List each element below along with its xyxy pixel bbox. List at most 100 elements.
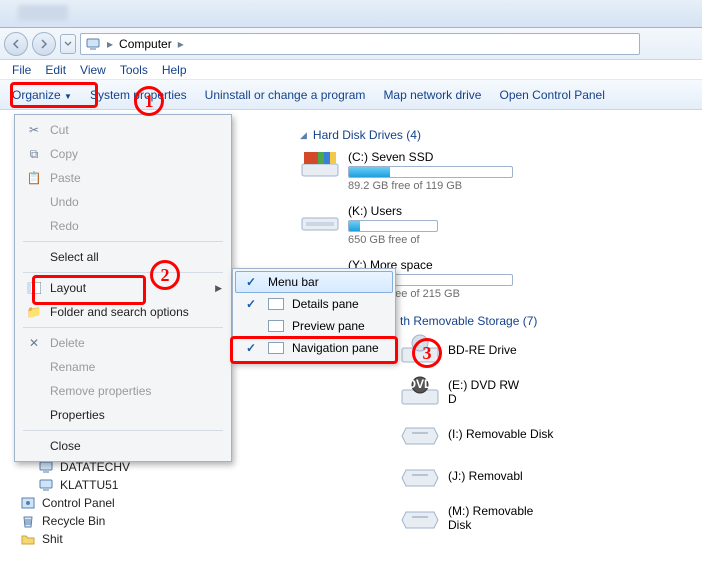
section-title-partial: th Removable Storage (7)	[400, 314, 537, 328]
tree-label: Recycle Bin	[42, 514, 105, 528]
tree-label: Control Panel	[42, 496, 115, 510]
submenu-menu-bar[interactable]: ✓ Menu bar	[235, 271, 393, 293]
submenu-arrow-icon: ▶	[215, 283, 222, 294]
drive-label: (M:) Removable Disk	[448, 504, 560, 532]
menu-separator	[23, 272, 223, 273]
drive-freespace: 650 GB free of	[348, 234, 438, 246]
hdd-icon	[300, 202, 340, 234]
tree-control-panel[interactable]: Control Panel	[20, 494, 190, 512]
section-removable-storage[interactable]: th Removable Storage (7)	[400, 314, 702, 328]
drive-m-removable[interactable]: (M:) Removable Disk	[400, 502, 560, 534]
layout-icon	[26, 280, 42, 296]
titlebar-blur	[18, 5, 68, 21]
tree-folder-shit[interactable]: Shit	[20, 530, 190, 548]
annotation-circle-2: 2	[150, 260, 180, 290]
menu-help[interactable]: Help	[162, 63, 187, 77]
recycle-bin-icon	[20, 513, 36, 529]
computer-icon	[85, 36, 101, 52]
arrow-left-icon	[11, 39, 21, 49]
address-bar[interactable]: ▸ Computer ▸	[80, 33, 640, 55]
drive-label: BD-RE Drive	[448, 343, 517, 357]
submenu-details-pane[interactable]: ✓ Details pane	[235, 293, 393, 315]
removable-disk-icon	[400, 460, 440, 492]
computer-icon	[38, 477, 54, 493]
menu-separator	[23, 430, 223, 431]
back-button[interactable]	[4, 32, 28, 56]
drive-i-removable[interactable]: (I:) Removable Disk	[400, 418, 560, 450]
space-bar	[348, 220, 438, 232]
menu-file[interactable]: File	[12, 63, 31, 77]
menu-cut[interactable]: ✂Cut	[17, 118, 229, 142]
menu-redo[interactable]: Redo	[17, 214, 229, 238]
drive-label: (I:) Removable Disk	[448, 427, 553, 441]
organize-button[interactable]: Organize ▼	[12, 88, 72, 102]
tree-recycle-bin[interactable]: Recycle Bin	[20, 512, 190, 530]
pane-icon	[268, 298, 284, 310]
menu-layout[interactable]: Layout ▶	[17, 276, 229, 300]
menu-separator	[23, 327, 223, 328]
svg-text:DVD: DVD	[407, 377, 433, 391]
menu-paste[interactable]: 📋Paste	[17, 166, 229, 190]
breadcrumb-chevron[interactable]: ▸	[176, 37, 186, 51]
menu-separator	[23, 241, 223, 242]
drive-freespace: 89.2 GB free of 119 GB	[348, 180, 513, 192]
menu-tools[interactable]: Tools	[120, 63, 148, 77]
drive-label: (C:) Seven SSD	[348, 150, 513, 164]
folder-icon: 📁	[26, 304, 42, 320]
history-dropdown[interactable]	[60, 34, 76, 54]
tree-label: DATATECHV	[60, 460, 130, 474]
drive-j-removable[interactable]: (J:) Removabl	[400, 460, 530, 492]
menu-remove-properties[interactable]: Remove properties	[17, 379, 229, 403]
hdd-icon	[300, 148, 340, 180]
submenu-navigation-pane[interactable]: ✓ Navigation pane	[235, 337, 393, 359]
scissors-icon: ✂	[26, 122, 42, 138]
window-titlebar	[0, 0, 702, 28]
check-icon: ✓	[242, 297, 260, 311]
menu-select-all[interactable]: Select all	[17, 245, 229, 269]
menu-view[interactable]: View	[80, 63, 106, 77]
menu-rename[interactable]: Rename	[17, 355, 229, 379]
section-title: Hard Disk Drives (4)	[313, 128, 421, 142]
menu-delete[interactable]: ✕Delete	[17, 331, 229, 355]
menu-folder-options[interactable]: 📁Folder and search options	[17, 300, 229, 324]
tree-computer-2[interactable]: KLATTU51	[20, 476, 190, 494]
pane-icon	[268, 342, 284, 354]
tree-label: KLATTU51	[60, 478, 118, 492]
arrow-right-icon	[39, 39, 49, 49]
menu-close[interactable]: Close	[17, 434, 229, 458]
control-panel-icon	[20, 495, 36, 511]
drive-label: (K:) Users	[348, 204, 438, 218]
uninstall-button[interactable]: Uninstall or change a program	[205, 88, 366, 102]
check-icon: ✓	[242, 275, 260, 289]
pane-icon	[268, 320, 284, 332]
dvd-drive-icon: DVD	[400, 376, 440, 408]
submenu-preview-pane[interactable]: Preview pane	[235, 315, 393, 337]
drive-e-dvd[interactable]: DVD (E:) DVD RW D	[400, 376, 530, 408]
menu-undo[interactable]: Undo	[17, 190, 229, 214]
removable-disk-icon	[400, 418, 440, 450]
layout-submenu: ✓ Menu bar ✓ Details pane Preview pane ✓…	[232, 268, 396, 362]
menu-edit[interactable]: Edit	[45, 63, 66, 77]
annotation-circle-3: 3	[412, 338, 442, 368]
menu-copy[interactable]: ⧉Copy	[17, 142, 229, 166]
chevron-down-icon	[64, 41, 72, 47]
organize-menu: ✂Cut ⧉Copy 📋Paste Undo Redo Select all L…	[14, 114, 232, 462]
drive-k[interactable]: (K:) Users 650 GB free of	[300, 202, 420, 246]
command-bar: Organize ▼ System properties Uninstall o…	[0, 80, 702, 110]
forward-button[interactable]	[32, 32, 56, 56]
navigation-row: ▸ Computer ▸	[0, 28, 702, 60]
map-drive-button[interactable]: Map network drive	[383, 88, 481, 102]
breadcrumb-location[interactable]: Computer	[119, 37, 172, 51]
open-control-panel-button[interactable]: Open Control Panel	[499, 88, 604, 102]
drive-c[interactable]: (C:) Seven SSD 89.2 GB free of 119 GB	[300, 148, 550, 192]
annotation-circle-1: 1	[134, 86, 164, 116]
copy-icon: ⧉	[26, 146, 42, 162]
menu-properties[interactable]: Properties	[17, 403, 229, 427]
breadcrumb-chevron[interactable]: ▸	[105, 37, 115, 51]
menu-bar: File Edit View Tools Help	[0, 60, 702, 80]
collapse-triangle-icon[interactable]: ◢	[300, 130, 307, 141]
drive-label: (E:) DVD RW D	[448, 378, 530, 406]
space-bar	[348, 166, 513, 178]
section-hard-disk-drives[interactable]: ◢ Hard Disk Drives (4)	[300, 128, 702, 142]
chevron-down-icon: ▼	[64, 92, 72, 101]
